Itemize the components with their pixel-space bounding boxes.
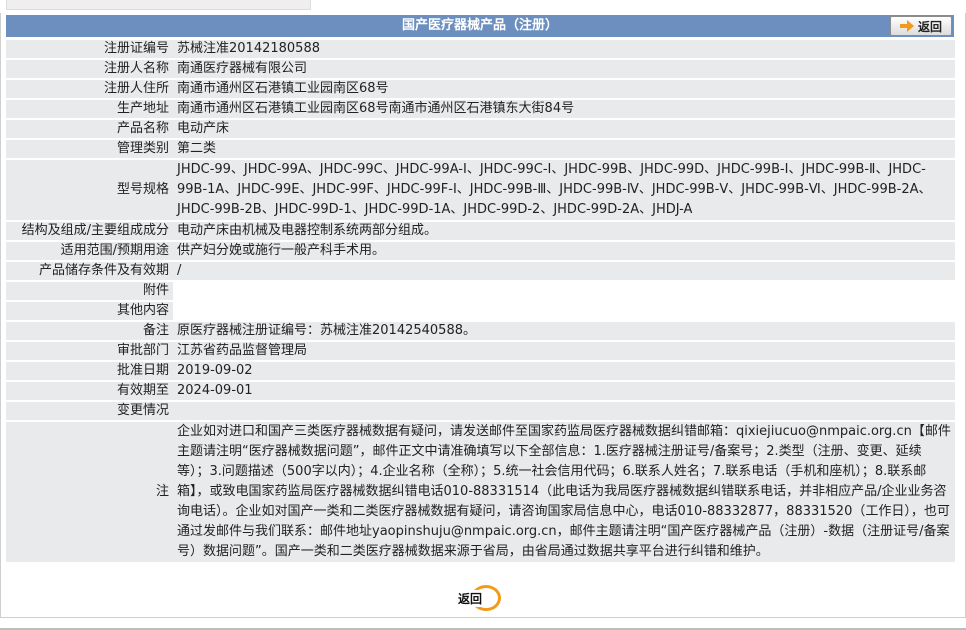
table-row: 变更情况 (6, 402, 955, 420)
field-label: 注册人住所 (6, 80, 173, 98)
field-value: 企业如对进口和国产三类医疗器械数据有疑问，请发送邮件至国家药监局医疗器械数据纠错… (173, 422, 955, 562)
field-value: 江苏省药品监督管理局 (173, 342, 955, 360)
back-button-top[interactable]: 返回 (890, 16, 952, 36)
table-row: 注册人住所 南通市通州区石港镇工业园南区68号 (6, 80, 955, 98)
arrow-right-icon (899, 20, 914, 32)
field-value: 苏械注准20142180588 (173, 40, 955, 58)
field-value (173, 282, 955, 300)
field-value: 供产妇分娩或施行一般产科手术用。 (173, 242, 955, 260)
field-label: 结构及组成/主要组成成分 (6, 222, 173, 240)
table-row: 批准日期 2019-09-02 (6, 362, 955, 380)
field-label: 管理类别 (6, 140, 173, 158)
table-row: 附件 (6, 282, 955, 300)
field-label: 生产地址 (6, 100, 173, 118)
table-row: 其他内容 (6, 302, 955, 320)
field-value (173, 402, 955, 420)
back-button-label: 返回 (457, 590, 484, 607)
field-value: 南通市通州区石港镇工业园南区68号南通市通州区石港镇东大街84号 (173, 100, 955, 118)
field-value: 电动产床由机械及电器控制系统两部分组成。 (173, 222, 955, 240)
top-strip (0, 0, 966, 13)
table-row: 型号规格 JHDC-99、JHDC-99A、JHDC-99C、JHDC-99A-Ⅰ… (6, 160, 955, 220)
table-row: 生产地址 南通市通州区石港镇工业园南区68号南通市通州区石港镇东大街84号 (6, 100, 955, 118)
table-row: 产品名称 电动产床 (6, 120, 955, 138)
back-button-bottom[interactable]: 返回 (457, 585, 503, 611)
field-value: 电动产床 (173, 120, 955, 138)
back-button-label: 返回 (917, 19, 942, 34)
field-label: 型号规格 (6, 160, 173, 220)
table-row: 产品储存条件及有效期 / (6, 262, 955, 280)
table-row: 管理类别 第二类 (6, 140, 955, 158)
table-row: 审批部门 江苏省药品监督管理局 (6, 342, 955, 360)
field-label: 注册人名称 (6, 60, 173, 78)
field-value: 2024-09-01 (173, 382, 955, 400)
field-label: 审批部门 (6, 342, 173, 360)
table-row: 适用范围/预期用途 供产妇分娩或施行一般产科手术用。 (6, 242, 955, 260)
field-label: 附件 (6, 282, 173, 300)
field-value: JHDC-99、JHDC-99A、JHDC-99C、JHDC-99A-Ⅰ、JHD… (173, 160, 955, 220)
product-info-table: 注册证编号 苏械注准20142180588 注册人名称 南通医疗器械有限公司 注册人… (6, 38, 955, 564)
field-label: 变更情况 (6, 402, 173, 420)
table-row: 备注 原医疗器械注册证编号：苏械注准20142540588。 (6, 322, 955, 340)
page-title: 国产医疗器械产品（注册） (6, 15, 954, 37)
field-value (173, 302, 955, 320)
table-row: 注册人名称 南通医疗器械有限公司 (6, 60, 955, 78)
field-value: 第二类 (173, 140, 955, 158)
field-value: 2019-09-02 (173, 362, 955, 380)
field-value: 南通市通州区石港镇工业园南区68号 (173, 80, 955, 98)
field-label: 其他内容 (6, 302, 173, 320)
field-label: 批准日期 (6, 362, 173, 380)
table-row: 结构及组成/主要组成成分 电动产床由机械及电器控制系统两部分组成。 (6, 222, 955, 240)
field-label: 注册证编号 (6, 40, 173, 58)
field-label: 注 (6, 422, 173, 562)
field-label: 适用范围/预期用途 (6, 242, 173, 260)
table-row: 注企业如对进口和国产三类医疗器械数据有疑问，请发送邮件至国家药监局医疗器械数据纠… (6, 422, 955, 562)
field-label: 有效期至 (6, 382, 173, 400)
table-row: 有效期至 2024-09-01 (6, 382, 955, 400)
top-strip-cell (6, 0, 311, 10)
field-label: 备注 (6, 322, 173, 340)
field-label: 产品名称 (6, 120, 173, 138)
field-value: 南通医疗器械有限公司 (173, 60, 955, 78)
field-value: / (173, 262, 955, 280)
field-label: 产品储存条件及有效期 (6, 262, 173, 280)
field-value: 原医疗器械注册证编号：苏械注准20142540588。 (173, 322, 955, 340)
table-row: 注册证编号 苏械注准20142180588 (6, 40, 955, 58)
